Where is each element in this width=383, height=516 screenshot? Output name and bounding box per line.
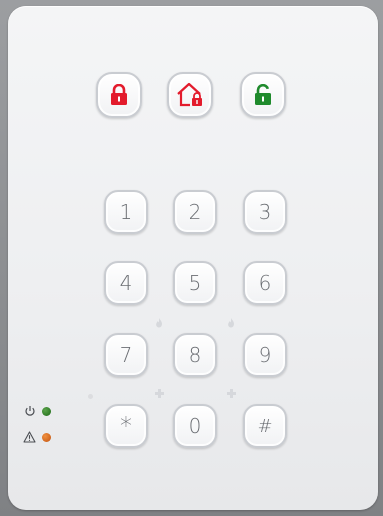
key-6[interactable]: 6: [243, 261, 287, 305]
device-background: 1 2 3 4 5 6 7 8 9 * 0 #: [0, 0, 383, 516]
key-1-label: 1: [119, 200, 133, 224]
key-4-label: 4: [119, 271, 133, 295]
warning-led: [42, 433, 51, 442]
key-5-label: 5: [188, 271, 202, 295]
home-lock-icon: [177, 82, 202, 107]
power-led: [42, 407, 51, 416]
keypad-panel: 1 2 3 4 5 6 7 8 9 * 0 #: [8, 6, 378, 510]
key-0-label: 0: [188, 414, 202, 438]
key-9-label: 9: [258, 343, 272, 367]
lock-open-icon: [255, 84, 271, 105]
key-hash-label: #: [257, 415, 273, 437]
arm-home-button[interactable]: [167, 72, 213, 118]
fire-mark-icon: [156, 318, 163, 328]
key-7[interactable]: 7: [104, 333, 148, 377]
key-3-label: 3: [258, 200, 272, 224]
medical-cross-icon: [155, 389, 164, 398]
fire-mark-icon-2: [228, 318, 235, 328]
lock-closed-icon: [111, 84, 127, 105]
star-mark: [88, 394, 93, 399]
key-hash[interactable]: #: [243, 404, 287, 448]
key-5[interactable]: 5: [173, 261, 217, 305]
key-8-label: 8: [188, 343, 202, 367]
key-0[interactable]: 0: [173, 404, 217, 448]
key-8[interactable]: 8: [173, 333, 217, 377]
key-9[interactable]: 9: [243, 333, 287, 377]
arm-away-button[interactable]: [96, 72, 142, 118]
key-1[interactable]: 1: [104, 190, 148, 234]
key-star[interactable]: *: [104, 404, 148, 448]
power-icon: [25, 406, 35, 416]
key-2-label: 2: [188, 200, 202, 224]
warning-icon: [23, 431, 36, 443]
medical-cross-icon-2: [227, 389, 236, 398]
key-star-label: *: [120, 412, 132, 440]
disarm-button[interactable]: [240, 72, 286, 118]
key-6-label: 6: [258, 271, 272, 295]
key-7-label: 7: [119, 343, 133, 367]
key-4[interactable]: 4: [104, 261, 148, 305]
key-3[interactable]: 3: [243, 190, 287, 234]
key-2[interactable]: 2: [173, 190, 217, 234]
